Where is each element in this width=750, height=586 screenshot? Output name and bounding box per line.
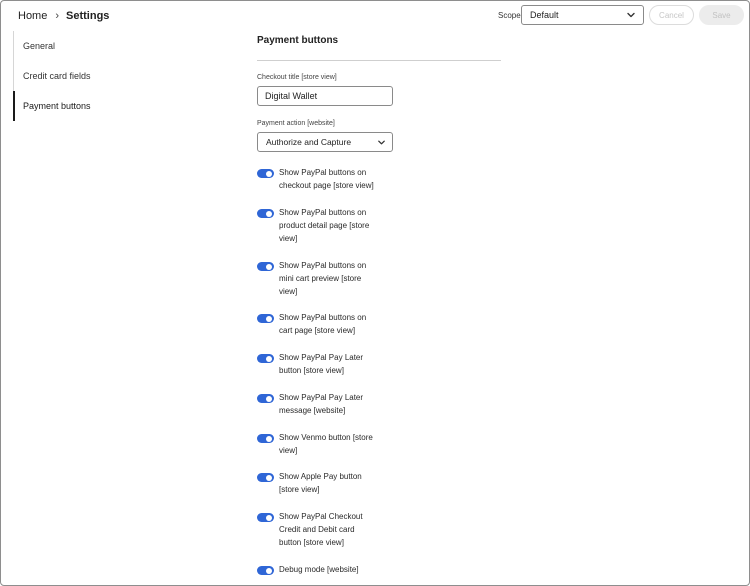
toggle-row-apple-pay-button: Show Apple Pay button [store view] bbox=[257, 472, 397, 496]
toggle-label: Show PayPal buttons on checkout page [sto… bbox=[279, 168, 374, 190]
breadcrumb: Home › Settings bbox=[18, 8, 109, 24]
chevron-right-icon: › bbox=[55, 10, 60, 22]
section-title: Payment buttons bbox=[257, 35, 339, 46]
scope-label: Scope bbox=[498, 11, 521, 20]
toggle-row-pay-later-message: Show PayPal Pay Later message [website] bbox=[257, 393, 397, 417]
scope-select[interactable]: Default bbox=[521, 5, 644, 25]
toggle-label: Show PayPal buttons on mini cart preview … bbox=[279, 261, 367, 296]
toggle-switch[interactable] bbox=[257, 566, 274, 575]
sidebar-item-payment-buttons[interactable]: Payment buttons bbox=[13, 91, 133, 121]
sidebar-item-label: General bbox=[23, 41, 56, 51]
toggle-switch[interactable] bbox=[257, 513, 274, 522]
toggle-switch[interactable] bbox=[257, 473, 274, 482]
toggle-row-paypal-checkout-page: Show PayPal buttons on checkout page [sto… bbox=[257, 168, 397, 192]
toggle-row-paypal-product-page: Show PayPal buttons on product detail pag… bbox=[257, 208, 397, 245]
chevron-down-icon bbox=[627, 12, 635, 18]
settings-window: Home › Settings Scope Default Cancel Sav… bbox=[0, 0, 750, 586]
payment-action-label: Payment action [website] bbox=[257, 120, 335, 127]
toggle-row-paypal-cart-page: Show PayPal buttons on cart page [store v… bbox=[257, 313, 397, 337]
toggle-row-paypal-card-button: Show PayPal Checkout Credit and Debit car… bbox=[257, 512, 397, 549]
toggle-switch[interactable] bbox=[257, 434, 274, 443]
payment-action-select[interactable]: Authorize and Capture bbox=[257, 132, 393, 152]
toggle-label: Show PayPal buttons on product detail pag… bbox=[279, 208, 370, 243]
toggle-row-paypal-mini-cart: Show PayPal buttons on mini cart preview … bbox=[257, 261, 397, 298]
page-title: Settings bbox=[66, 10, 110, 22]
breadcrumb-home-link[interactable]: Home bbox=[18, 10, 47, 22]
chevron-down-icon bbox=[378, 140, 385, 145]
toggle-label: Show PayPal buttons on cart page [store v… bbox=[279, 313, 367, 335]
toggle-label: Show Venmo button [store view] bbox=[279, 433, 373, 455]
toggle-switch[interactable] bbox=[257, 314, 274, 323]
settings-form: Payment buttons Checkout title [store vi… bbox=[257, 31, 501, 581]
toggle-switch[interactable] bbox=[257, 394, 274, 403]
toggle-label: Show Apple Pay button [store view] bbox=[279, 472, 362, 494]
checkout-title-input[interactable] bbox=[257, 86, 393, 106]
checkout-title-label: Checkout title [store view] bbox=[257, 74, 337, 81]
payment-action-value: Authorize and Capture bbox=[266, 137, 352, 147]
toggle-switch[interactable] bbox=[257, 262, 274, 271]
toggle-switch[interactable] bbox=[257, 354, 274, 363]
section-divider bbox=[257, 60, 501, 61]
save-button[interactable]: Save bbox=[699, 5, 744, 25]
toggle-switch[interactable] bbox=[257, 169, 274, 178]
toggle-row-venmo-button: Show Venmo button [store view] bbox=[257, 433, 397, 457]
sidebar-item-credit-card-fields[interactable]: Credit card fields bbox=[13, 61, 133, 91]
sidebar-item-general[interactable]: General bbox=[13, 31, 133, 61]
toggle-switch[interactable] bbox=[257, 209, 274, 218]
toggle-row-debug-mode: Debug mode [website] bbox=[257, 565, 397, 576]
toggle-label: Show PayPal Pay Later message [website] bbox=[279, 393, 364, 415]
scope-select-value: Default bbox=[530, 10, 559, 20]
toggle-label: Show PayPal Pay Later button [store view] bbox=[279, 353, 364, 375]
sidebar-item-label: Payment buttons bbox=[23, 101, 91, 111]
cancel-button[interactable]: Cancel bbox=[649, 5, 694, 25]
toggle-label: Show PayPal Checkout Credit and Debit car… bbox=[279, 512, 363, 547]
sidebar-item-label: Credit card fields bbox=[23, 71, 91, 81]
sidebar-nav: General Credit card fields Payment butto… bbox=[13, 31, 133, 121]
toggle-label: Debug mode [website] bbox=[279, 565, 359, 574]
toggle-row-pay-later-button: Show PayPal Pay Later button [store view] bbox=[257, 353, 397, 377]
